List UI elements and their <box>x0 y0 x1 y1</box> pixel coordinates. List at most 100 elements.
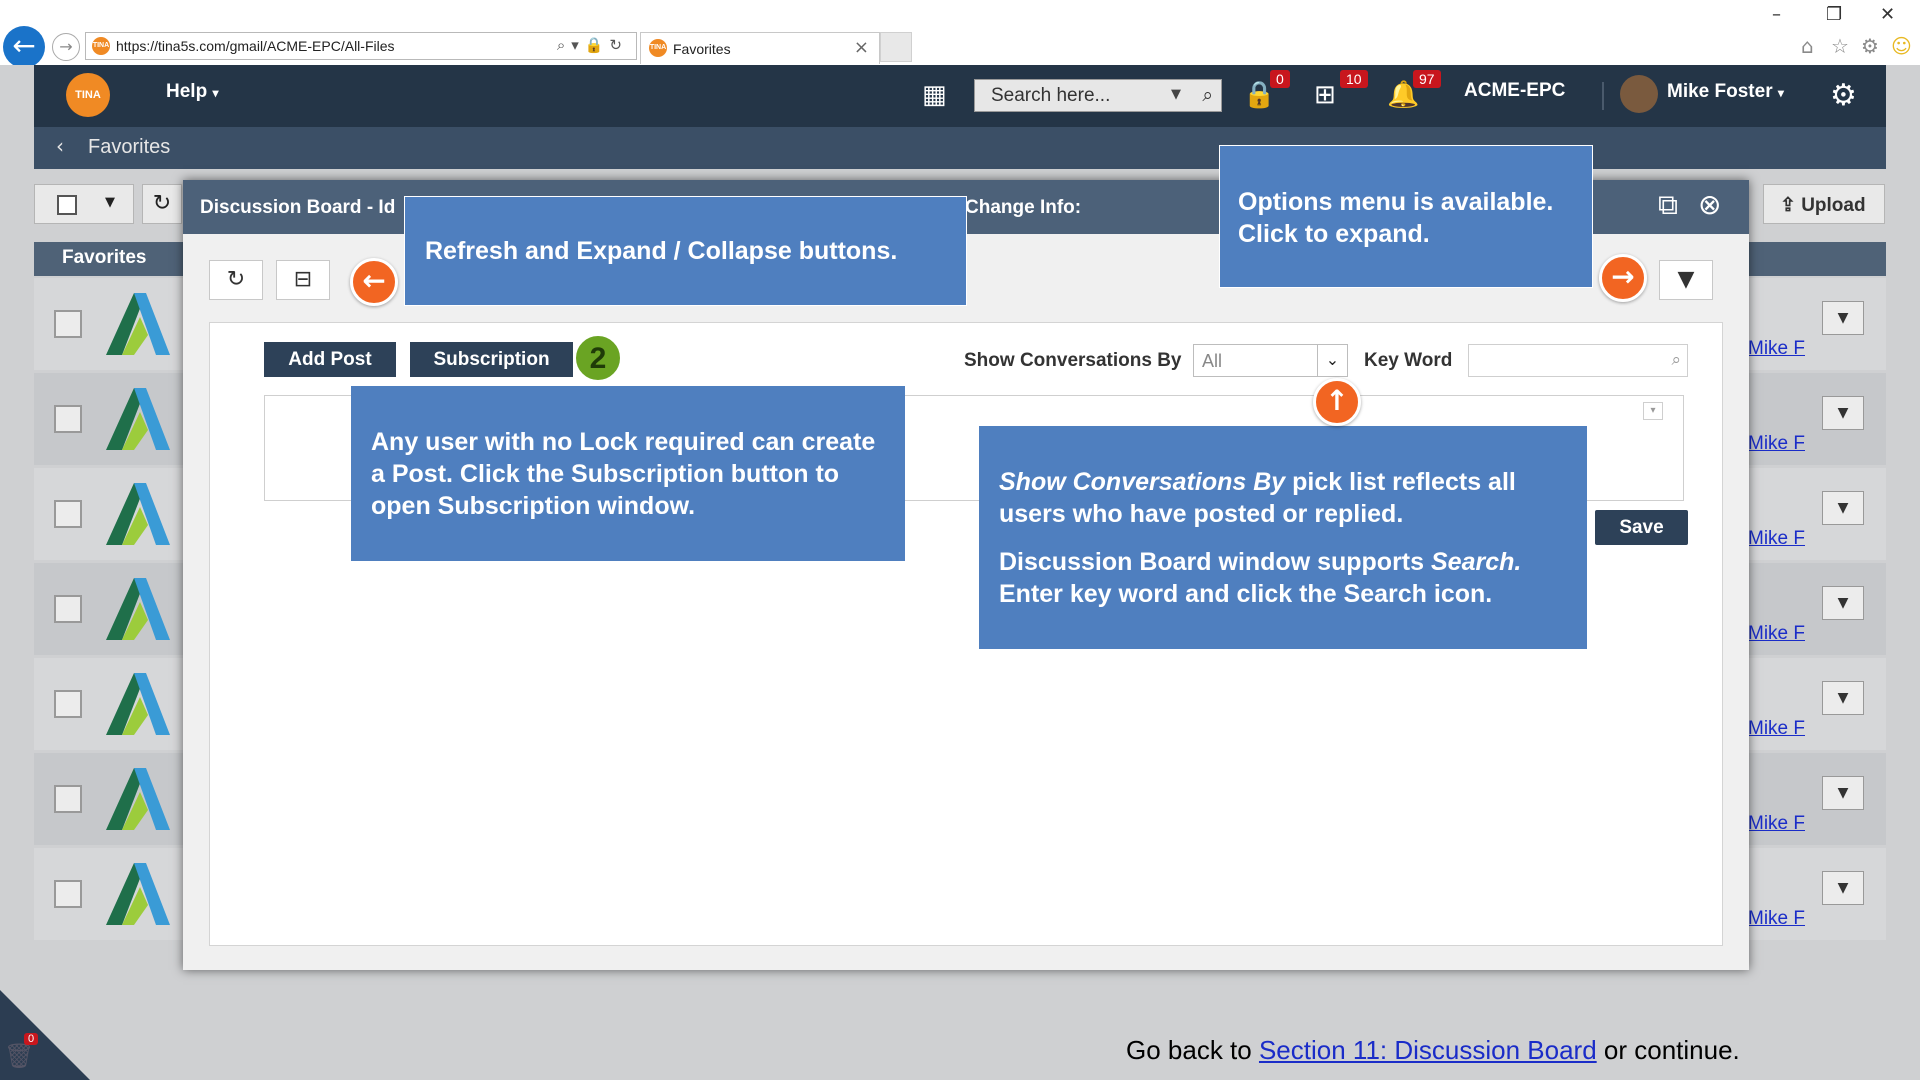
chevron-down-icon[interactable]: ▼ <box>1822 301 1864 335</box>
upload-icon: ⇪ <box>1780 195 1796 216</box>
save-button[interactable]: Save <box>1595 510 1688 545</box>
key-word-input[interactable]: ⌕ <box>1468 344 1688 377</box>
restore-icon[interactable]: ❐ <box>1826 4 1842 25</box>
options-menu-button[interactable]: ▼ <box>1659 260 1713 300</box>
autodesk-logo-icon <box>106 673 170 735</box>
row-owner-link[interactable]: Mike F <box>1748 433 1805 455</box>
row-owner-link[interactable]: Mike F <box>1748 908 1805 930</box>
row-checkbox[interactable] <box>54 405 82 433</box>
chevron-down-icon[interactable]: ▼ <box>1822 491 1864 525</box>
upload-label: Upload <box>1801 195 1866 216</box>
show-conversations-label: Show Conversations By <box>964 350 1182 371</box>
address-bar-url: https://tina5s.com/gmail/ACME-EPC/All-Fi… <box>116 38 395 54</box>
autodesk-logo-icon <box>106 578 170 640</box>
arrow-left-icon: ← <box>350 258 398 306</box>
row-checkbox[interactable] <box>54 500 82 528</box>
search-info-a: Discussion Board window supports <box>999 548 1431 576</box>
chevron-down-icon[interactable]: ▼ <box>1822 776 1864 810</box>
row-owner-link[interactable]: Mike F <box>1748 718 1805 740</box>
column-header <box>1745 242 1886 276</box>
chevron-down-icon[interactable]: ▼ <box>105 195 115 210</box>
popout-icon[interactable]: ⧉ <box>1658 188 1678 222</box>
chevron-down-icon[interactable]: ▾ <box>1643 402 1663 420</box>
row-checkbox[interactable] <box>54 690 82 718</box>
show-conversations-select[interactable]: All ⌄ <box>1193 344 1348 377</box>
row-checkbox[interactable] <box>54 310 82 338</box>
search-icon[interactable]: ⌕ <box>1671 350 1681 370</box>
user-menu[interactable]: Mike Foster ▾ <box>1667 81 1784 103</box>
breadcrumb-bar <box>34 127 1886 169</box>
key-word-label: Key Word <box>1364 350 1453 371</box>
upload-button[interactable]: ⇪ Upload <box>1763 184 1885 224</box>
row-owner-link[interactable]: Mike F <box>1748 813 1805 835</box>
arrow-up-icon: ↑ <box>1313 378 1361 426</box>
chevron-down-icon[interactable]: ▼ <box>1822 871 1864 905</box>
show-by-info-emphasis: Show Conversations By <box>999 468 1286 496</box>
row-checkbox[interactable] <box>54 880 82 908</box>
help-menu[interactable]: Help ▾ <box>166 81 219 103</box>
chevron-down-icon: ▾ <box>212 86 219 100</box>
site-favicon-icon: TINA <box>92 37 110 55</box>
row-checkbox[interactable] <box>54 785 82 813</box>
select-all-control[interactable]: ▼ <box>34 184 134 224</box>
notification-badge: 97 <box>1413 70 1441 88</box>
autodesk-logo-icon <box>106 863 170 925</box>
row-checkbox[interactable] <box>54 595 82 623</box>
footer-navigation: Go back to Section 11: Discussion Board … <box>1126 1035 1740 1066</box>
forward-arrow-icon[interactable]: → <box>52 33 80 61</box>
help-label: Help <box>166 81 208 102</box>
search-icon[interactable]: ⌕ <box>1202 84 1213 106</box>
footer-suffix: or continue. <box>1596 1035 1740 1065</box>
minimize-icon[interactable]: – <box>1772 4 1781 25</box>
address-bar-icons[interactable]: ⌕▾🔒↻ <box>557 36 628 54</box>
add-post-button[interactable]: Add Post <box>264 342 396 377</box>
show-by-info: Show Conversations By pick list reflects… <box>999 466 1567 530</box>
back-arrow-icon[interactable]: ← <box>3 26 45 68</box>
chevron-down-icon[interactable]: ▼ <box>1822 396 1864 430</box>
home-icon[interactable]: ⌂ <box>1801 34 1814 58</box>
refresh-icon[interactable]: ↻ <box>142 184 182 224</box>
trash-icon[interactable]: 🗑 <box>4 1042 34 1070</box>
close-icon[interactable]: ⊗ <box>1698 188 1721 221</box>
smiley-icon[interactable]: ☺ <box>1891 34 1912 58</box>
global-search[interactable]: Search here... ▼ ⌕ <box>974 79 1222 112</box>
chevron-down-icon[interactable]: ▼ <box>1171 87 1181 102</box>
new-tab-button[interactable] <box>880 32 912 62</box>
browser-tab[interactable]: TINA Favorites × <box>640 32 880 64</box>
search-input[interactable]: Search here... <box>991 85 1110 107</box>
chevron-left-icon[interactable]: ‹ <box>56 134 64 158</box>
chevron-down-icon[interactable]: ▼ <box>1822 586 1864 620</box>
autodesk-logo-icon <box>106 483 170 545</box>
avatar[interactable] <box>1620 75 1658 113</box>
favorites-title: Favorites <box>62 247 147 268</box>
tab-close-icon[interactable]: × <box>854 37 869 58</box>
refresh-button[interactable]: ↻ <box>209 260 263 300</box>
row-owner-link[interactable]: Mike F <box>1748 623 1805 645</box>
gear-icon[interactable]: ⚙ <box>1830 78 1857 113</box>
tina-logo[interactable]: TINA <box>66 73 110 117</box>
navbar-divider <box>1602 82 1604 110</box>
address-bar[interactable]: TINA https://tina5s.com/gmail/ACME-EPC/A… <box>85 32 637 60</box>
org-chart-icon[interactable]: ⊞ <box>1314 80 1336 110</box>
autodesk-logo-icon <box>106 768 170 830</box>
collapse-button[interactable]: ⊟ <box>276 260 330 300</box>
close-window-icon[interactable]: ✕ <box>1880 4 1895 25</box>
tab-title: Favorites <box>673 41 731 57</box>
chevron-down-icon[interactable]: ⌄ <box>1317 345 1347 376</box>
chevron-down-icon[interactable]: ▼ <box>1822 681 1864 715</box>
add-post-callout: Any user with no Lock required can creat… <box>351 386 905 561</box>
search-info: Discussion Board window supports Search.… <box>999 546 1567 610</box>
section-link[interactable]: Section 11: Discussion Board <box>1259 1035 1597 1065</box>
subscription-button[interactable]: Subscription <box>410 342 573 377</box>
star-icon[interactable]: ☆ <box>1831 34 1849 58</box>
row-owner-link[interactable]: Mike F <box>1748 338 1805 360</box>
apps-grid-icon[interactable]: ▦ <box>922 80 947 110</box>
settings-icon[interactable]: ⚙ <box>1861 34 1879 58</box>
select-all-checkbox[interactable] <box>57 195 77 215</box>
organization-name[interactable]: ACME-EPC <box>1464 80 1565 102</box>
row-owner-link[interactable]: Mike F <box>1748 528 1805 550</box>
search-info-emphasis: Search. <box>1430 548 1522 576</box>
org-badge: 10 <box>1340 70 1368 88</box>
trash-badge: 0 <box>24 1033 39 1045</box>
lock-badge: 0 <box>1270 70 1290 88</box>
